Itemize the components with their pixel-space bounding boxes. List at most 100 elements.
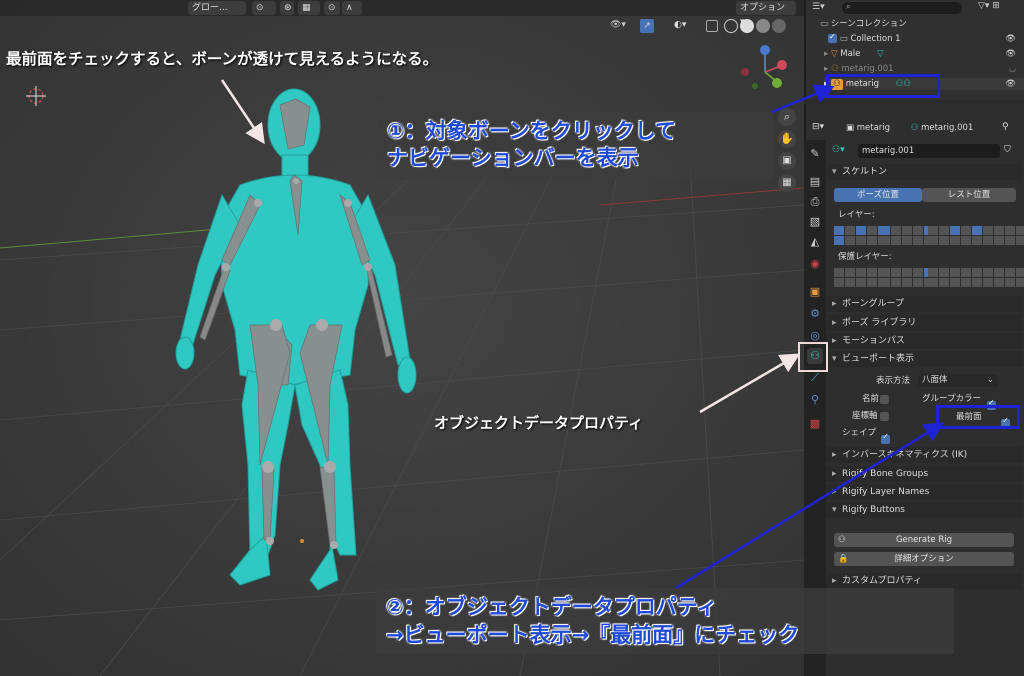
panel-title: Rigify Bone Groups <box>842 469 929 479</box>
world-tab-icon[interactable]: ◉ <box>807 256 823 272</box>
layer-grid-2[interactable] <box>880 226 934 245</box>
pose-position-button[interactable]: ポーズ位置 <box>834 188 922 202</box>
expand-arrow-icon[interactable]: ▸ <box>824 49 828 59</box>
options-dropdown[interactable]: オプション ▾ <box>736 1 796 27</box>
fake-user-shield-icon[interactable]: ⛉ <box>1004 145 1016 157</box>
pivot-icon[interactable]: ⊙ <box>252 1 276 15</box>
properties-editor-type-icon[interactable]: ⊟▾ <box>812 122 834 136</box>
xray-icon[interactable] <box>706 20 718 32</box>
viewport-nav-buttons: ⌕ ✋ ▣ ▦ <box>776 106 798 194</box>
viewport-display-panel-header[interactable]: ▾ ビューポート表示 <box>826 351 1022 367</box>
eye-hidden-icon[interactable]: ◡ <box>1009 63 1016 75</box>
collection-icon: ▭ <box>820 19 829 29</box>
hand-icon[interactable]: ✋ <box>778 130 796 148</box>
panel-title: ビューポート表示 <box>842 354 915 364</box>
step1-line2: ナビゲーションバーを表示 <box>387 146 639 170</box>
solid-shading-icon[interactable] <box>740 19 754 33</box>
filter-icon[interactable]: ▽▾ ⊞ <box>978 1 1018 15</box>
texture-tab-icon[interactable]: ▩ <box>807 416 823 432</box>
collapse-arrow-icon: ▸ <box>832 299 837 309</box>
expand-arrow-icon[interactable]: ▸ <box>824 64 828 74</box>
data-name-value: metarig.001 <box>862 146 915 156</box>
pin-icon[interactable]: ⚲ <box>1002 122 1016 134</box>
wireframe-shading-icon[interactable] <box>724 19 738 33</box>
scene-collection-row[interactable]: ▭ シーンコレクション <box>820 18 907 30</box>
editor-type-icon[interactable]: ☰▾ <box>812 2 834 14</box>
axes-checkbox[interactable] <box>880 412 889 421</box>
rigify-bone-groups-header[interactable]: ▸ Rigify Bone Groups <box>826 466 1022 482</box>
annotation-step2: ②：オブジェクトデータプロパティ →ビューポート表示→『最前面』にチェック <box>376 588 954 654</box>
step2-line1: ②：オブジェクトデータプロパティ <box>386 595 718 619</box>
protected-layer-grid-4[interactable] <box>972 268 1024 287</box>
eye-icon[interactable]: 👁 <box>1005 78 1016 90</box>
ik-panel-header[interactable]: ▸ インバースキネマティクス (IK) <box>826 447 1022 463</box>
object-tab-icon[interactable]: ▣ <box>807 284 823 300</box>
protected-layers-label: 保護レイヤー: <box>838 252 892 262</box>
layer-grid-4[interactable] <box>972 226 1024 245</box>
rest-position-button[interactable]: レスト位置 <box>922 188 1016 202</box>
outliner-item-male[interactable]: ▸ ▽ Male ▽ 👁 <box>824 48 1024 60</box>
falloff-icon[interactable]: ∧ <box>342 1 362 15</box>
scene-collection-label: シーンコレクション <box>830 19 907 29</box>
visibility-icon[interactable]: 👁▾ <box>610 20 632 32</box>
button-label: 詳細オプション <box>894 554 954 564</box>
motion-paths-panel-header[interactable]: ▸ モーションパス <box>826 333 1022 349</box>
group-colors-label: グループカラー <box>922 394 981 404</box>
material-shading-icon[interactable] <box>756 19 770 33</box>
eye-icon[interactable]: 👁 <box>1005 33 1016 45</box>
bone-tab-icon[interactable]: ⟋ <box>807 370 823 386</box>
bone-constraint-tab-icon[interactable]: ⚲ <box>807 392 823 408</box>
output-tab-icon[interactable]: ⎙ <box>807 194 823 210</box>
expand-arrow-icon: ▾ <box>832 354 837 364</box>
zoom-icon[interactable]: ⌕ <box>778 108 796 126</box>
generate-rig-button[interactable]: ⚇ Generate Rig <box>834 533 1014 547</box>
scene-tab-icon[interactable]: ◭ <box>807 234 823 250</box>
view-layer-tab-icon[interactable]: ▧ <box>807 214 823 230</box>
outliner-item-label: Collection 1 <box>850 34 901 44</box>
skeleton-panel-header[interactable]: ▾ スケルトン <box>826 164 1022 180</box>
tool-tab-icon[interactable]: ✎ <box>807 146 823 162</box>
eye-icon[interactable]: 👁 <box>1005 48 1016 60</box>
proportional-edit-icon[interactable]: ⊙ <box>324 1 340 15</box>
grid-icon[interactable]: ▦ <box>778 174 796 192</box>
bone-groups-panel-header[interactable]: ▸ ボーングループ <box>826 296 1022 312</box>
protected-layer-grid-2[interactable] <box>880 268 934 287</box>
rigify-layer-names-header[interactable]: ▸ Rigify Layer Names <box>826 484 1022 500</box>
names-label: 名前 <box>862 394 880 404</box>
rendered-shading-icon[interactable] <box>772 19 786 33</box>
outliner-search-input[interactable]: ⌕ <box>842 2 962 14</box>
snap-target-icon[interactable]: ▦ <box>298 1 320 15</box>
expand-arrow-icon: ▾ <box>832 505 837 515</box>
names-checkbox[interactable] <box>880 395 889 404</box>
viewport-shading-bar: 👁▾ ↗ ◐▾ <box>610 18 800 34</box>
rigify-buttons-header[interactable]: ▾ Rigify Buttons <box>826 502 1022 518</box>
advanced-options-button[interactable]: 🔒 詳細オプション <box>834 552 1014 566</box>
outliner-item-collection1[interactable]: ▭ Collection 1 👁 <box>828 31 1024 45</box>
pose-library-panel-header[interactable]: ▸ ポーズ ライブラリ <box>826 315 1022 331</box>
search-icon: ⌕ <box>846 2 851 11</box>
armature-icon: ⚇ <box>838 535 846 545</box>
navigation-gizmo[interactable] <box>735 42 795 102</box>
collection-icon: ▭ <box>839 34 848 44</box>
camera-icon[interactable]: ▣ <box>778 152 796 170</box>
object-icon: ▣ <box>846 123 855 133</box>
panel-title: ポーズ ライブラリ <box>842 318 917 328</box>
data-name-field[interactable]: metarig.001 <box>858 144 1000 158</box>
shapes-checkbox[interactable] <box>881 432 891 444</box>
custom-properties-header[interactable]: ▸ カスタムプロパティ <box>826 573 1022 589</box>
mesh-data-icon: ▽ <box>877 49 884 59</box>
step1-line1: ①：対象ボーンをクリックして <box>387 119 677 143</box>
checkbox-icon[interactable] <box>828 31 837 43</box>
overlay-icon[interactable]: ◐▾ <box>674 20 696 32</box>
in-front-highlight-box <box>936 405 1020 429</box>
modifier-tab-icon[interactable]: ⚙ <box>807 306 823 322</box>
display-as-dropdown[interactable]: 八面体 ⌄ <box>918 374 998 387</box>
snap-icon[interactable]: ⊛ <box>280 1 294 15</box>
expand-arrow-icon: ▾ <box>832 167 837 177</box>
collapse-arrow-icon: ▸ <box>832 487 837 497</box>
transform-orientation-dropdown[interactable]: グロー... <box>188 1 246 15</box>
breadcrumb-object: metarig <box>856 123 891 133</box>
gizmo-icon[interactable]: ↗ <box>640 19 654 33</box>
3d-viewport[interactable]: ⌕ ✋ ▣ ▦ <box>0 0 804 676</box>
render-tab-icon[interactable]: ▤ <box>807 174 823 190</box>
